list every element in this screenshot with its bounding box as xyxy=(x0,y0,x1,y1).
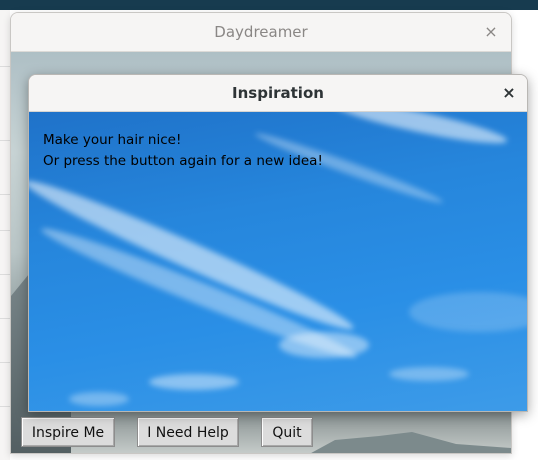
dialog-title: Inspiration xyxy=(29,75,527,112)
inspiration-message-line-1: Make your hair nice! xyxy=(43,132,182,148)
main-window-title: Daydreamer xyxy=(11,13,511,52)
main-close-icon[interactable]: × xyxy=(481,22,501,42)
mountain-bottom xyxy=(291,432,511,453)
quit-button[interactable]: Quit xyxy=(261,417,313,447)
desktop-top-bar xyxy=(0,0,538,10)
inspiration-dialog: Inspiration × Make your hair nice! Or pr… xyxy=(28,74,528,412)
inspire-me-button[interactable]: Inspire Me xyxy=(21,417,115,447)
inspiration-message-line-2: Or press the button again for a new idea… xyxy=(43,153,323,169)
need-help-button[interactable]: I Need Help xyxy=(137,417,239,447)
dialog-close-icon[interactable]: × xyxy=(499,83,519,103)
sky-image: Make your hair nice! Or press the button… xyxy=(29,112,527,411)
background-app-strip xyxy=(0,10,10,460)
